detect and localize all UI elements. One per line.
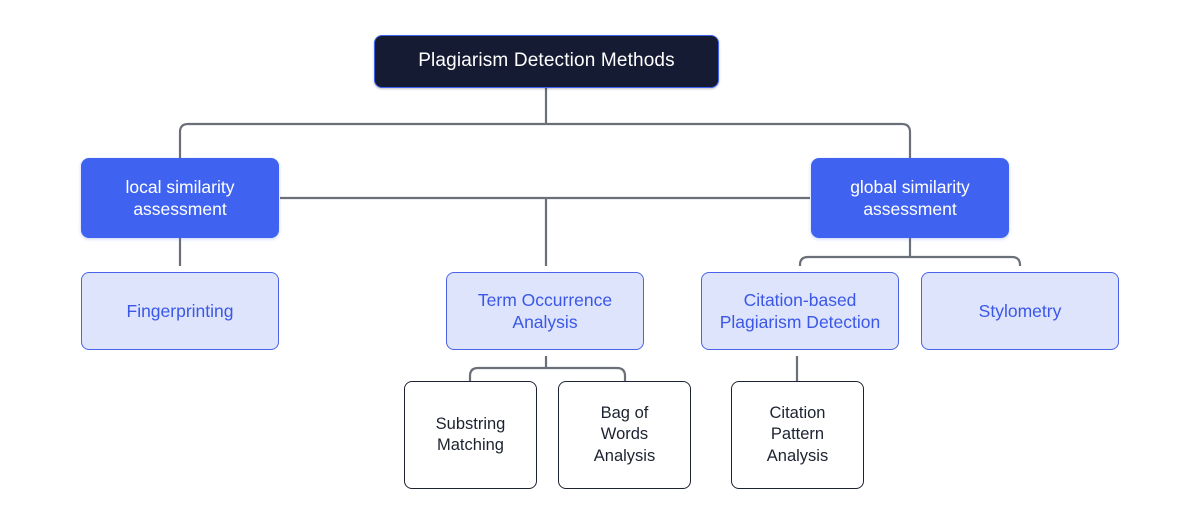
node-term-occurrence-analysis[interactable]: Term Occurrence Analysis bbox=[446, 272, 644, 350]
diagram-canvas: Plagiarism Detection Methods local simil… bbox=[0, 0, 1200, 519]
connector-bus-to-global bbox=[546, 122, 912, 158]
node-local-similarity-assessment[interactable]: local similarity assessment bbox=[81, 158, 279, 238]
node-citation-based-plagiarism-detection[interactable]: Citation-based Plagiarism Detection bbox=[701, 272, 899, 350]
connector-bus-to-local bbox=[178, 122, 546, 158]
connector-term-bus-to-bagofwords bbox=[546, 366, 627, 381]
node-substring-matching[interactable]: Substring Matching bbox=[404, 381, 537, 489]
connector-global-bus-to-citation bbox=[798, 255, 910, 267]
node-stylometry[interactable]: Stylometry bbox=[921, 272, 1119, 350]
connector-term-bus-to-substring bbox=[468, 366, 546, 381]
node-plagiarism-detection-methods[interactable]: Plagiarism Detection Methods bbox=[374, 35, 719, 88]
connector-global-bus-to-stylometry bbox=[910, 255, 1022, 267]
node-global-similarity-assessment[interactable]: global similarity assessment bbox=[811, 158, 1009, 238]
node-fingerprinting[interactable]: Fingerprinting bbox=[81, 272, 279, 350]
node-citation-pattern-analysis[interactable]: Citation Pattern Analysis bbox=[731, 381, 864, 489]
node-bag-of-words-analysis[interactable]: Bag of Words Analysis bbox=[558, 381, 691, 489]
